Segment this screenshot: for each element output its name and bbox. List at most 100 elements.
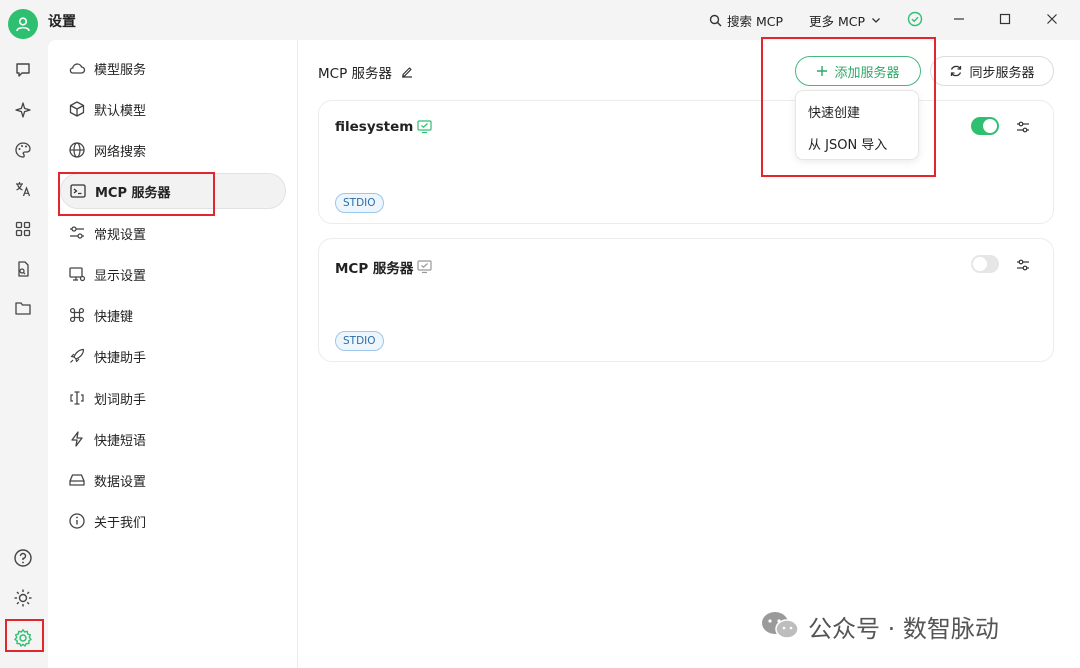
user-avatar[interactable] [8,9,38,39]
close-button[interactable] [1040,8,1064,30]
server-settings-button[interactable] [1013,255,1033,275]
add-server-menu: 快速创建 从 JSON 导入 [795,90,919,160]
search-mcp-button[interactable]: 搜索 MCP [709,10,783,30]
page-title-text: MCP 服务器 [318,66,393,82]
more-mcp-dropdown[interactable]: 更多 MCP [809,10,882,30]
folder-icon[interactable] [12,297,34,319]
user-icon [16,17,30,32]
nav-item-data-settings[interactable]: 数据设置 [60,462,286,498]
title-bar: 设置 搜索 MCP 更多 MCP [0,0,1080,40]
nav-item-label: 模型服务 [94,62,147,78]
menu-item-quick-create[interactable]: 快速创建 [808,102,860,121]
page-title: MCP 服务器 [318,62,414,82]
sliders-icon [70,226,84,239]
minimize-button[interactable] [947,8,971,30]
more-mcp-label: 更多 MCP [809,13,866,29]
terminal-icon [70,184,86,198]
server-name-text: filesystem [335,119,414,135]
nav-item-label: 快捷助手 [94,350,147,366]
nav-item-display-settings[interactable]: 显示设置 [60,256,286,292]
toggle-knob [973,257,987,271]
nav-item-label: 数据设置 [94,474,147,490]
nav-item-selection-assistant[interactable]: 划词助手 [60,380,286,416]
server-card-filesystem[interactable]: filesystem STDIO [318,100,1054,224]
search-mcp-label: 搜索 MCP [727,13,784,29]
sliders-icon [1017,259,1029,271]
chevron-down-icon [872,18,880,23]
server-name: filesystem [335,119,432,135]
palette-icon[interactable] [12,139,34,161]
nav-item-web-search[interactable]: 网络搜索 [60,132,286,168]
server-name: MCP 服务器 [335,257,433,277]
app-sidebar [0,40,48,668]
rocket-icon [70,348,85,363]
add-server-label: 添加服务器 [834,65,900,81]
settings-icon[interactable] [12,627,34,649]
monitor-settings-icon [69,267,86,282]
minimize-icon [954,18,964,20]
nav-item-label: 快捷短语 [94,433,147,449]
sliders-icon [1017,121,1029,133]
files-icon[interactable] [12,258,34,280]
chat-icon[interactable] [12,59,34,81]
server-enabled-toggle[interactable] [971,117,999,135]
server-enabled-toggle[interactable] [971,255,999,273]
nav-item-label: 快捷键 [94,309,134,325]
edit-icon[interactable] [400,65,414,79]
maximize-icon [999,13,1011,25]
lightning-icon [71,431,83,447]
info-icon [69,513,85,529]
mcp-servers-panel: MCP 服务器 添加服务器 同步服务器 快速创建 从 JSON 导入 files… [298,40,1080,668]
apps-icon[interactable] [12,218,34,240]
nav-item-label: 常规设置 [94,227,147,243]
check-circle-icon [907,11,923,27]
cloud-icon [69,63,86,74]
nav-item-label: MCP 服务器 [95,185,171,201]
cube-icon [69,101,85,117]
nav-item-model-service[interactable]: 模型服务 [60,50,286,86]
maximize-button[interactable] [993,8,1017,30]
monitor-icon [417,260,433,274]
window-title: 设置 [48,14,76,30]
search-icon [709,14,722,26]
watermark: 公众号 · 数智脉动 [760,608,999,644]
server-settings-button[interactable] [1013,117,1033,137]
nav-item-quick-assistant[interactable]: 快捷助手 [60,338,286,374]
settings-nav: 模型服务 默认模型 网络搜索 MCP 服务器 常规设置 显示设置 快捷键 快捷助… [48,40,298,668]
nav-item-general-settings[interactable]: 常规设置 [60,215,286,251]
nav-item-shortcuts[interactable]: 快捷键 [60,297,286,333]
close-icon [1047,14,1057,24]
nav-item-label: 显示设置 [94,268,147,284]
plus-icon [817,66,828,76]
text-cursor-icon [70,391,84,405]
server-card-mcp[interactable]: MCP 服务器 STDIO [318,238,1054,362]
nav-item-quick-phrases[interactable]: 快捷短语 [60,421,286,457]
sync-servers-button[interactable]: 同步服务器 [930,56,1054,86]
command-icon [69,307,85,323]
server-name-text: MCP 服务器 [335,261,414,277]
nav-item-label: 默认模型 [94,103,147,119]
sparkle-icon[interactable] [12,99,34,121]
translate-icon[interactable] [12,178,34,200]
menu-item-import-json[interactable]: 从 JSON 导入 [808,134,887,153]
nav-item-label: 划词助手 [94,392,147,408]
nav-item-about[interactable]: 关于我们 [60,503,286,539]
nav-item-mcp-servers[interactable]: MCP 服务器 [60,173,286,209]
monitor-icon [417,120,432,134]
nav-item-label: 网络搜索 [94,144,147,160]
globe-icon [69,142,85,158]
sync-servers-label: 同步服务器 [969,65,1035,81]
refresh-icon [951,65,962,77]
transport-tag: STDIO [335,331,384,351]
hard-drive-icon [69,474,85,486]
watermark-text: 公众号 · 数智脉动 [808,614,999,643]
status-ok-indicator [903,8,927,30]
toggle-knob [983,119,997,133]
nav-item-label: 关于我们 [94,515,147,531]
add-server-button[interactable]: 添加服务器 [795,56,921,86]
transport-tag: STDIO [335,193,384,213]
wechat-icon [762,612,799,639]
nav-item-default-model[interactable]: 默认模型 [60,91,286,127]
help-icon[interactable] [12,547,34,569]
brightness-icon[interactable] [12,587,34,609]
